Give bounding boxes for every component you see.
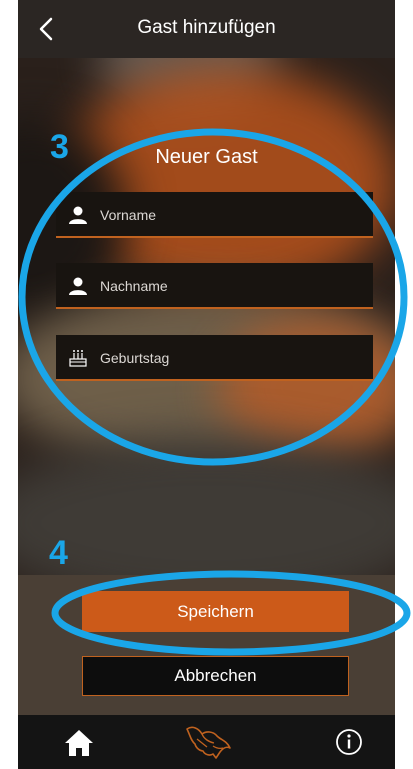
chevron-left-icon[interactable] [32,14,62,44]
birthday-cake-icon [69,350,87,367]
app-screen: Gast hinzufügen Neuer Gast Vorname Nachn… [18,0,395,769]
page-title: Gast hinzufügen [137,17,276,38]
save-button[interactable]: Speichern [82,591,349,632]
birthday-field[interactable]: Geburtstag [56,335,373,381]
background-image [18,58,395,575]
annotation-number-4: 4 [49,534,68,572]
logo-icon[interactable] [183,721,233,761]
info-icon[interactable] [335,728,363,756]
tab-bar [18,715,395,769]
header-bar: Gast hinzufügen [18,0,395,58]
last-name-field[interactable]: Nachname [56,263,373,309]
home-icon[interactable] [62,727,96,759]
birthday-label: Geburtstag [100,350,170,366]
first-name-label: Vorname [100,207,157,223]
form-title: Neuer Gast [155,146,258,168]
annotation-number-3: 3 [50,128,69,166]
first-name-field[interactable]: Vorname [56,192,373,238]
last-name-label: Nachname [100,278,168,294]
person-icon [69,277,87,295]
cancel-button[interactable]: Abbrechen [82,656,349,696]
person-icon [69,206,87,224]
